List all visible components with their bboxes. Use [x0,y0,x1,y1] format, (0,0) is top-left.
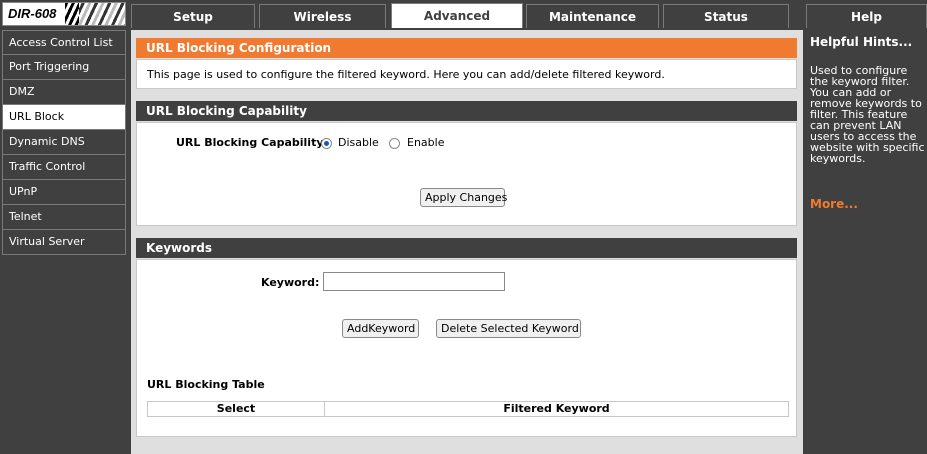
tab-maintenance[interactable]: Maintenance [526,4,659,28]
helpful-hints-title: Helpful Hints... [810,35,913,49]
keywords-section-body: Keyword: AddKeyword Delete Selected Keyw… [136,259,797,437]
keyword-input[interactable] [323,272,505,291]
sidebar-item-dmz[interactable]: DMZ [2,80,126,105]
sidebar-item-telnet[interactable]: Telnet [2,205,126,230]
sidebar-item-virtual-server[interactable]: Virtual Server [2,230,126,255]
table-header-filtered-keyword: Filtered Keyword [503,402,610,415]
keywords-section-title: Keywords [136,238,797,258]
url-blocking-table: Select Filtered Keyword [147,401,789,417]
helpful-hints-text: Used to configure the keyword filter. Yo… [810,64,925,165]
sidebar-item-port-triggering[interactable]: Port Triggering [2,55,126,80]
sidebar: Access Control List Port Triggering DMZ … [2,30,126,454]
tab-setup[interactable]: Setup [131,4,255,28]
enable-radio[interactable] [389,138,400,149]
product-logo: DIR-608 [2,2,126,26]
sidebar-item-traffic-control[interactable]: Traffic Control [2,155,126,180]
sidebar-item-dynamic-dns[interactable]: Dynamic DNS [2,130,126,155]
keyword-label: Keyword: [261,276,320,289]
sidebar-item-upnp[interactable]: UPnP [2,180,126,205]
config-section-body: This page is used to configure the filte… [136,59,797,89]
capability-label: URL Blocking Capability: [176,136,328,149]
sidebar-item-access-control-list[interactable]: Access Control List [2,30,126,55]
model-name: DIR-608 [8,6,57,21]
disable-option-label: Disable [338,136,379,149]
capability-section-body: URL Blocking Capability: Disable Enable … [136,122,797,226]
apply-changes-button[interactable]: Apply Changes [420,188,507,207]
sidebar-item-url-block[interactable]: URL Block [2,105,126,130]
table-header-select: Select [148,402,325,416]
delete-selected-keyword-button[interactable]: Delete Selected Keyword [436,319,581,338]
capability-section-title: URL Blocking Capability [136,101,797,121]
disable-radio[interactable] [321,138,332,149]
main-content: URL Blocking Configuration This page is … [131,30,803,454]
more-link[interactable]: More... [810,197,858,211]
logo-stripes-decoration [65,3,125,25]
url-blocking-table-title: URL Blocking Table [147,378,265,391]
enable-option-label: Enable [407,136,445,149]
add-keyword-button[interactable]: AddKeyword [342,319,419,338]
config-description: This page is used to configure the filte… [147,68,665,81]
top-navigation-bar: DIR-608 Setup Wireless Advanced Maintena… [0,0,927,28]
helpful-hints-panel: Helpful Hints... Used to configure the k… [806,30,927,454]
config-section-title: URL Blocking Configuration [136,38,797,58]
tab-help[interactable]: Help [806,4,927,28]
tab-advanced[interactable]: Advanced [391,3,523,28]
tab-wireless[interactable]: Wireless [259,4,386,28]
tab-status[interactable]: Status [663,4,789,28]
